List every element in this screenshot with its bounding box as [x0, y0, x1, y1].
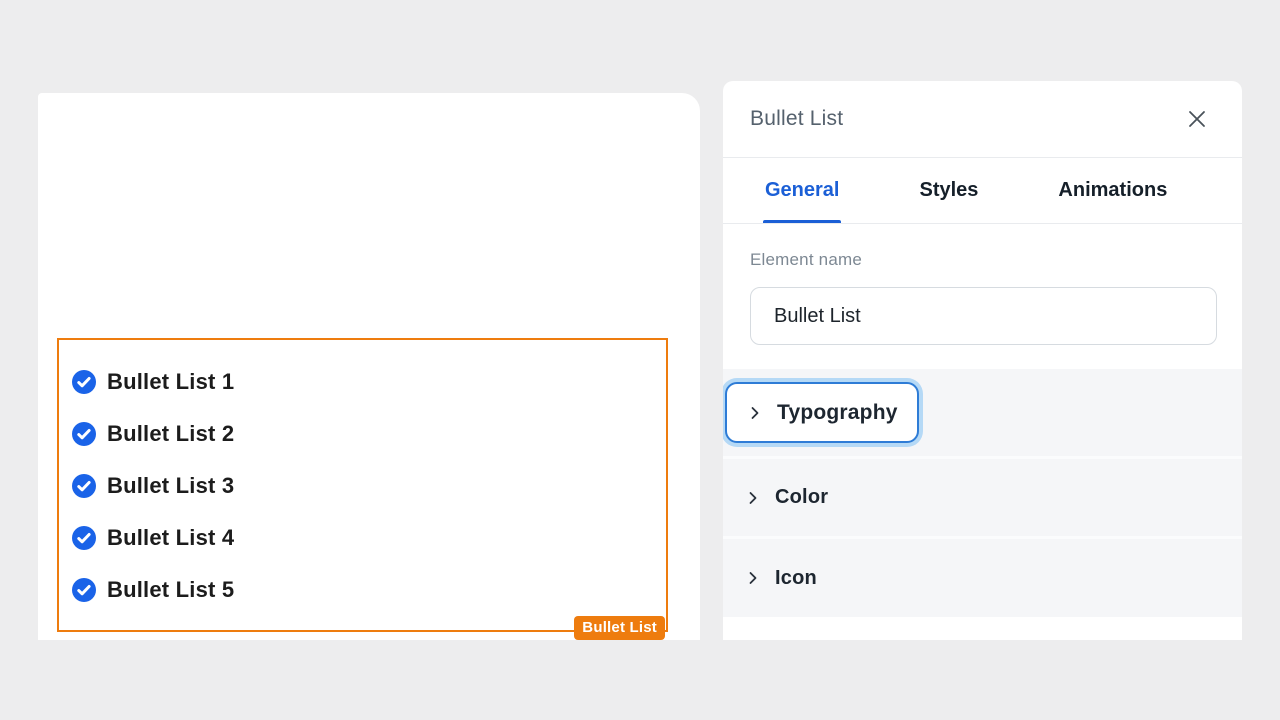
tab-animations[interactable]: Animations [1058, 158, 1167, 223]
list-item: Bullet List 5 [72, 564, 656, 616]
check-circle-icon [72, 474, 96, 498]
panel-footer [723, 617, 1242, 639]
section-color[interactable]: Color [723, 459, 1242, 539]
list-item: Bullet List 3 [72, 460, 656, 512]
bullet-list-widget[interactable]: Bullet List 1 Bullet List 2 Bullet List … [72, 356, 656, 616]
chevron-right-icon [747, 405, 763, 421]
accordion-sections: Typography Color Icon [723, 369, 1242, 617]
list-item-label: Bullet List 4 [107, 525, 234, 551]
check-circle-icon [72, 370, 96, 394]
list-item-label: Bullet List 2 [107, 421, 234, 447]
element-name-input[interactable] [750, 287, 1217, 345]
selected-element-outline[interactable]: Bullet List 1 Bullet List 2 Bullet List … [57, 338, 668, 632]
editor-canvas: Bullet List 1 Bullet List 2 Bullet List … [38, 93, 700, 640]
check-circle-icon [72, 578, 96, 602]
chevron-right-icon [745, 570, 761, 586]
element-name-label: Element name [750, 250, 1214, 270]
element-name-block: Element name [723, 224, 1242, 369]
list-item: Bullet List 2 [72, 408, 656, 460]
list-item: Bullet List 4 [72, 512, 656, 564]
chevron-right-icon [745, 490, 761, 506]
section-icon[interactable]: Icon [723, 539, 1242, 617]
list-item-label: Bullet List 3 [107, 473, 234, 499]
settings-panel: Bullet List General Styles Animations El… [723, 81, 1242, 640]
typography-accordion-button[interactable]: Typography [725, 382, 919, 443]
section-label: Typography [777, 401, 898, 425]
panel-header: Bullet List [723, 81, 1242, 158]
section-typography: Typography [723, 369, 1242, 459]
check-circle-icon [72, 526, 96, 550]
panel-title: Bullet List [750, 107, 1182, 131]
selected-element-badge[interactable]: Bullet List [574, 616, 665, 640]
close-icon[interactable] [1182, 104, 1212, 134]
section-label: Color [775, 486, 828, 509]
panel-tabs: General Styles Animations [723, 158, 1242, 224]
check-circle-icon [72, 422, 96, 446]
tab-styles[interactable]: Styles [919, 158, 978, 223]
list-item-label: Bullet List 5 [107, 577, 234, 603]
list-item-label: Bullet List 1 [107, 369, 234, 395]
section-label: Icon [775, 567, 817, 590]
tab-general[interactable]: General [765, 158, 839, 223]
list-item: Bullet List 1 [72, 356, 656, 408]
